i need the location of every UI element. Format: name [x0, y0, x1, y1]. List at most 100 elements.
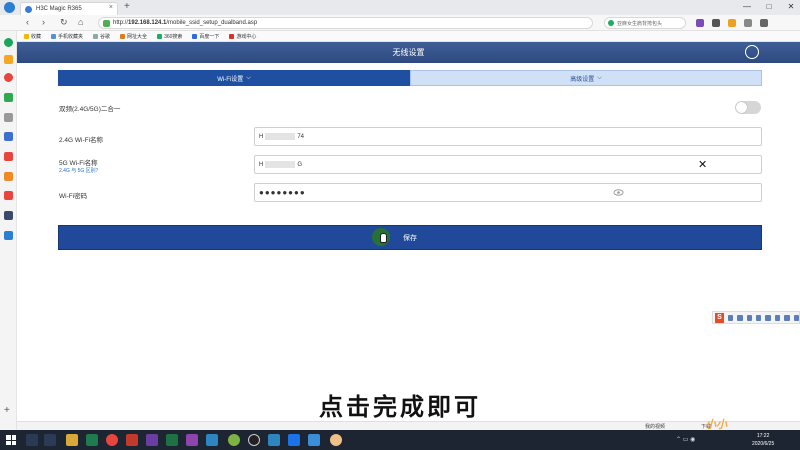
- new-tab-button[interactable]: +: [124, 1, 130, 12]
- url-input[interactable]: http://192.168.124.1/mobile_ssid_setup_d…: [98, 17, 593, 29]
- secure-shield-icon: [103, 20, 110, 27]
- forward-arrow-icon[interactable]: ›: [42, 17, 45, 27]
- left-sidebar: +: [0, 31, 17, 430]
- extension-icon[interactable]: [728, 19, 736, 27]
- reload-icon[interactable]: ↻: [60, 17, 68, 28]
- taskbar-app-icon[interactable]: [126, 434, 138, 446]
- web-icon: [120, 33, 126, 39]
- taskbar-app-icon[interactable]: [228, 434, 240, 446]
- browser-status-bar: 我的视频 下载: [17, 421, 800, 430]
- redacted-mask: [265, 133, 296, 140]
- toolbar-icon[interactable]: [727, 314, 734, 321]
- clear-input-icon[interactable]: ✕: [698, 158, 707, 171]
- sogou-logo-icon[interactable]: S: [715, 312, 724, 323]
- sidebar-weibo-icon[interactable]: [4, 73, 13, 82]
- tab-close-icon[interactable]: ×: [109, 4, 113, 11]
- bookmark-item[interactable]: 360搜索: [157, 33, 182, 40]
- bookmark-item[interactable]: 手机收藏夹: [51, 33, 83, 40]
- wifi-5g-name-input[interactable]: H G ✕: [254, 155, 762, 174]
- toolbar-icon[interactable]: [765, 314, 771, 321]
- task-view-icon[interactable]: [44, 434, 56, 446]
- floating-toolbar: S: [712, 311, 800, 324]
- browser-tab-strip: H3C Magic R365 × + — □ ✕: [0, 0, 800, 15]
- wifi-24g-name-label: 2.4G Wi-Fi名称: [59, 137, 104, 144]
- tab-wifi-settings[interactable]: Wi-Fi设置 ⌵: [58, 70, 410, 86]
- header-menu-icon[interactable]: [745, 45, 759, 59]
- wifi-24g-name-input[interactable]: H 74: [254, 127, 762, 146]
- bookmark-item[interactable]: 百度一下: [192, 33, 219, 40]
- bookmark-label: 游戏中心: [236, 33, 257, 40]
- taskbar-app-icon[interactable]: [288, 434, 300, 446]
- bookmark-item[interactable]: 谷歌: [93, 33, 110, 40]
- sidebar-app-icon[interactable]: [4, 172, 13, 181]
- windows-taskbar: ⌃ ▭ ◉ 17:22 2020/6/25: [0, 430, 800, 450]
- toolbar-icon[interactable]: [784, 314, 790, 321]
- chrome-icon[interactable]: [106, 434, 118, 446]
- browser-logo-icon[interactable]: [4, 2, 15, 13]
- taskbar-clock[interactable]: 17:22 2020/6/25: [752, 432, 774, 448]
- taskbar-app-icon[interactable]: [308, 434, 320, 446]
- tab-advanced-label: 高级设置: [570, 76, 595, 83]
- sidebar-app-icon[interactable]: [4, 152, 13, 161]
- back-arrow-icon[interactable]: ‹: [26, 17, 29, 27]
- bookmark-item[interactable]: 收藏: [24, 33, 41, 40]
- toolbar-icon[interactable]: [774, 314, 781, 321]
- save-button-label: 保存: [403, 234, 417, 242]
- grid-icon[interactable]: [712, 19, 720, 27]
- toolbar-icon[interactable]: [756, 314, 762, 321]
- phone-icon: [51, 33, 57, 39]
- hand-cursor-icon: [380, 233, 387, 243]
- home-icon[interactable]: ⌂: [78, 17, 83, 27]
- browser-tab[interactable]: H3C Magic R365 ×: [20, 2, 118, 15]
- bookmark-item[interactable]: 游戏中心: [229, 33, 256, 40]
- sidebar-app-icon[interactable]: [4, 191, 13, 200]
- taskbar-app-icon[interactable]: [330, 434, 342, 446]
- sidebar-app-icon[interactable]: [4, 113, 13, 122]
- toolbar-icon[interactable]: [737, 314, 743, 321]
- bookmark-label: 收藏: [31, 33, 42, 40]
- close-window-button[interactable]: ✕: [786, 2, 796, 11]
- password-value: ●●●●●●●●: [259, 188, 306, 197]
- bookmark-item[interactable]: 网址大全: [120, 33, 147, 40]
- tab-favicon-icon: [25, 5, 32, 13]
- taskbar-app-icon[interactable]: [206, 434, 218, 446]
- minimize-button[interactable]: —: [742, 2, 752, 11]
- status-my-videos[interactable]: 我的视频: [645, 423, 665, 430]
- wifi-5g-name-label: 5G Wi-Fi名称: [59, 160, 98, 167]
- sidebar-app-icon[interactable]: [4, 231, 13, 240]
- excel-icon[interactable]: [166, 434, 178, 446]
- sidebar-app-icon[interactable]: [4, 211, 13, 220]
- screen: H3C Magic R365 × + — □ ✕ ‹ › ↻ ⌂ http://…: [0, 0, 800, 450]
- taskbar-app-icon[interactable]: [268, 434, 280, 446]
- windows-start-icon[interactable]: [6, 435, 16, 445]
- taskbar-app-icon[interactable]: [86, 434, 98, 446]
- bookmark-label: 百度一下: [199, 33, 220, 40]
- wifi-password-input[interactable]: ●●●●●●●●: [254, 183, 762, 202]
- show-password-eye-icon[interactable]: [613, 187, 624, 198]
- system-tray[interactable]: ⌃ ▭ ◉: [676, 436, 695, 443]
- bookmark-label: 360搜索: [164, 33, 183, 40]
- dual-band-toggle[interactable]: [735, 101, 761, 114]
- toolbar-icon[interactable]: [793, 314, 799, 321]
- taskbar-app-icon[interactable]: [146, 434, 158, 446]
- menu-icon[interactable]: [760, 19, 768, 27]
- taskbar-app-icon[interactable]: [66, 434, 78, 446]
- maximize-button[interactable]: □: [764, 2, 774, 11]
- taskbar-app-icon[interactable]: [186, 434, 198, 446]
- scissors-icon[interactable]: [744, 19, 752, 27]
- url-host: 192.168.124.1: [128, 20, 167, 26]
- tab-advanced-settings[interactable]: 高级设置 ⌵: [410, 70, 762, 86]
- taskbar-app-icon[interactable]: [248, 434, 260, 446]
- chevron-down-icon: ⌵: [246, 74, 251, 81]
- search-input[interactable]: 亚麻女生肩背挎包头: [604, 17, 686, 29]
- sidebar-browser-icon[interactable]: [4, 38, 13, 47]
- sidebar-doc-icon[interactable]: [4, 132, 13, 141]
- sidebar-app-icon[interactable]: [4, 93, 13, 102]
- band-difference-link[interactable]: 2.4G 与 5G 区别？: [59, 167, 101, 174]
- search-icon[interactable]: [26, 434, 38, 446]
- extension-icon[interactable]: [696, 19, 704, 27]
- save-button[interactable]: 保存: [58, 225, 762, 250]
- extension-icons: [696, 19, 768, 27]
- sidebar-star-icon[interactable]: [4, 55, 13, 64]
- toolbar-icon[interactable]: [746, 314, 753, 321]
